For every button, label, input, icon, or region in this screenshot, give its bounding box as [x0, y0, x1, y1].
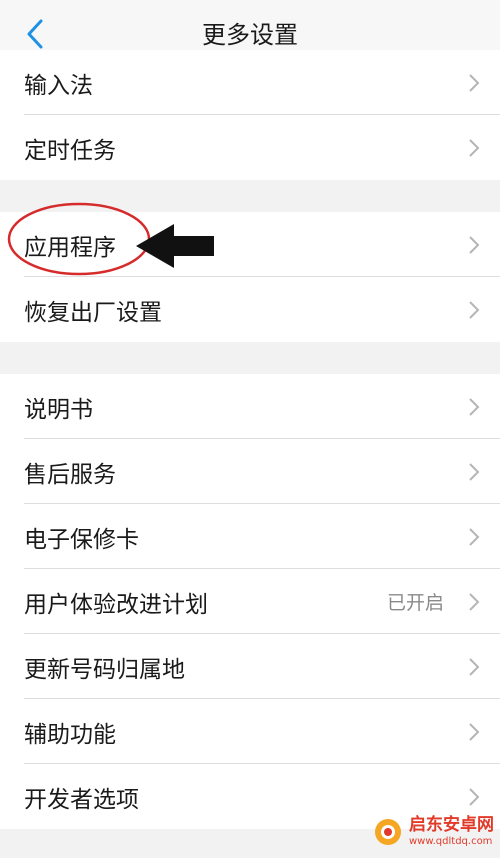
- settings-item-manual[interactable]: 说明书: [0, 374, 500, 439]
- back-button[interactable]: [18, 14, 52, 54]
- chevron-left-icon: [27, 19, 43, 49]
- settings-item-factory-reset[interactable]: 恢复出厂设置: [0, 277, 500, 342]
- settings-item-label: 电子保修卡: [24, 526, 139, 553]
- settings-item-label: 定时任务: [24, 137, 116, 164]
- status-value: 已开启: [386, 592, 444, 614]
- settings-item-label: 用户体验改进计划: [24, 591, 208, 618]
- settings-item-label: 恢复出厂设置: [24, 299, 162, 326]
- page-title: 更多设置: [202, 21, 298, 49]
- settings-item-label: 说明书: [24, 396, 93, 423]
- settings-group-3: 说明书 售后服务 电子保修卡 用户体验改进计划 已开启 更新号码归属地 辅助功能…: [0, 374, 500, 829]
- watermark-url: www.qdltdq.com: [409, 836, 493, 847]
- watermark: 启东安卓网 www.qdltdq.com: [373, 812, 494, 852]
- settings-item-accessibility[interactable]: 辅助功能: [0, 699, 500, 764]
- chevron-right-icon: [469, 138, 480, 157]
- settings-item-label: 开发者选项: [24, 786, 139, 813]
- watermark-logo-icon: [375, 819, 401, 845]
- settings-group-1: 输入法 定时任务: [0, 50, 500, 180]
- settings-item-after-sales[interactable]: 售后服务: [0, 439, 500, 504]
- annotation-circle: [7, 202, 151, 276]
- chevron-right-icon: [469, 235, 480, 254]
- chevron-right-icon: [469, 527, 480, 546]
- settings-item-user-experience[interactable]: 用户体验改进计划 已开启: [0, 569, 500, 634]
- chevron-right-icon: [469, 787, 480, 806]
- chevron-right-icon: [469, 300, 480, 319]
- settings-item-update-location[interactable]: 更新号码归属地: [0, 634, 500, 699]
- chevron-right-icon: [469, 462, 480, 481]
- watermark-name: 启东安卓网: [409, 815, 494, 835]
- annotation-arrow-icon: [136, 224, 214, 268]
- settings-item-scheduled-tasks[interactable]: 定时任务: [0, 115, 500, 180]
- settings-item-label: 更新号码归属地: [24, 656, 185, 683]
- settings-item-label: 输入法: [24, 72, 93, 99]
- chevron-right-icon: [469, 73, 480, 92]
- chevron-right-icon: [469, 657, 480, 676]
- chevron-right-icon: [469, 722, 480, 741]
- settings-item-warranty-card[interactable]: 电子保修卡: [0, 504, 500, 569]
- settings-item-label: 辅助功能: [24, 721, 116, 748]
- chevron-right-icon: [469, 592, 480, 611]
- chevron-right-icon: [469, 397, 480, 416]
- settings-item-input-method[interactable]: 输入法: [0, 50, 500, 115]
- settings-item-label: 售后服务: [24, 461, 116, 488]
